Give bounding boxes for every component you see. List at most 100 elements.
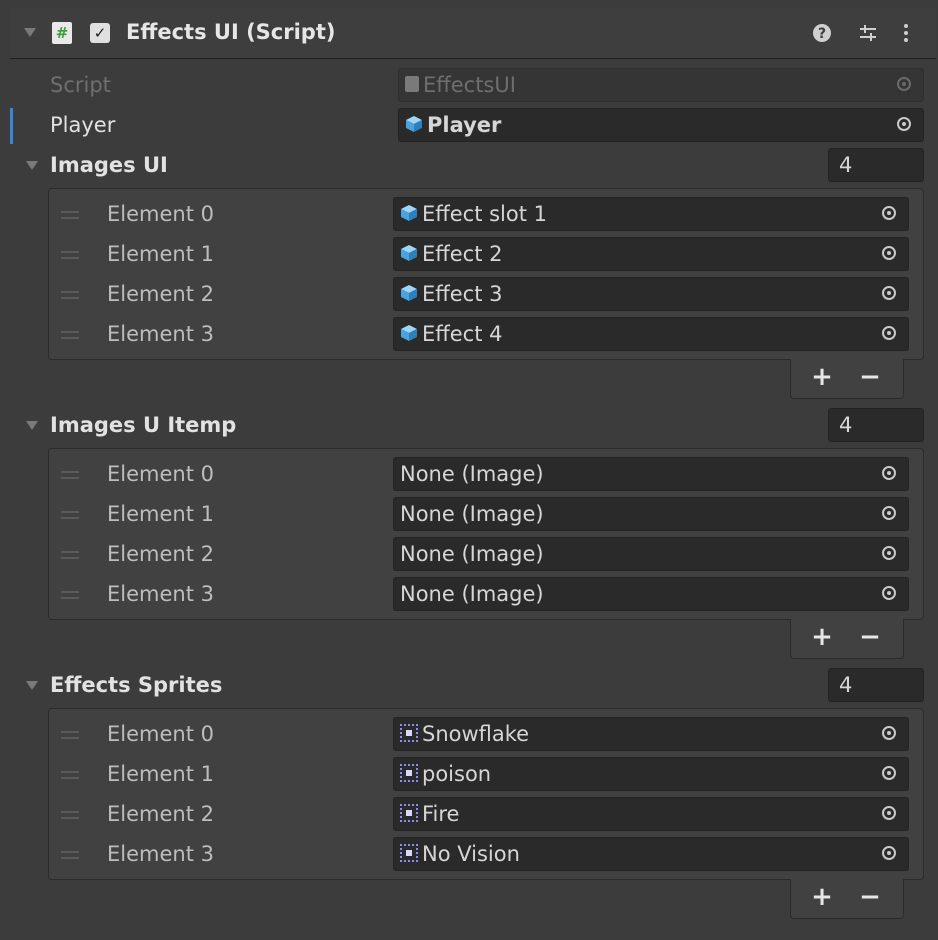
object-picker-icon[interactable] [872, 318, 908, 350]
drag-handle-icon[interactable] [61, 771, 79, 779]
remove-element-button[interactable]: − [853, 361, 887, 393]
images-u-itemp-size-field[interactable]: 4 [828, 408, 924, 442]
player-object-field[interactable]: Player [398, 108, 924, 142]
list-add-remove-footer: + − [790, 359, 904, 399]
script-row: Script EffectsUI [10, 66, 936, 104]
add-element-button[interactable]: + [805, 621, 839, 653]
list-item-object-field[interactable]: None (Image) [393, 577, 909, 611]
effects-sprites-size-field[interactable]: 4 [828, 668, 924, 702]
gameobject-cube-icon [406, 116, 422, 132]
svg-text:?: ? [818, 26, 826, 42]
list-item-object-field[interactable]: Snowflake [393, 717, 909, 751]
list-item-object-field[interactable]: None (Image) [393, 497, 909, 531]
drag-handle-icon[interactable] [61, 251, 79, 259]
more-menu-icon[interactable] [894, 21, 918, 45]
list-item-object-field[interactable]: Effect 3 [393, 277, 909, 311]
list-item-value: Snowflake [422, 722, 530, 746]
list-item-object-field[interactable]: Effect slot 1 [393, 197, 909, 231]
list-item-object-field[interactable]: No Vision [393, 837, 909, 871]
list-item-value: None (Image) [400, 542, 544, 566]
list-item-label: Element 1 [107, 762, 214, 786]
list-item-label: Element 3 [107, 582, 214, 606]
component-header[interactable]: # ✓ Effects UI (Script) ? [10, 8, 936, 59]
sprite-icon [400, 844, 418, 862]
gameobject-cube-icon [401, 285, 417, 301]
list-item-object-field[interactable]: None (Image) [393, 537, 909, 571]
list-item-label: Element 0 [107, 462, 214, 486]
list-item-value: Fire [422, 802, 460, 826]
drag-handle-icon[interactable] [61, 331, 79, 339]
list-item-object-field[interactable]: Fire [393, 797, 909, 831]
foldout-arrow-icon[interactable] [26, 421, 38, 430]
images-u-itemp-label: Images U Itemp [50, 413, 237, 437]
list-item-label: Element 0 [107, 202, 214, 226]
list-item-label: Element 0 [107, 722, 214, 746]
remove-element-button[interactable]: − [853, 621, 887, 653]
list-item-value: No Vision [422, 842, 520, 866]
list-add-remove-footer: + − [790, 619, 904, 659]
foldout-arrow-icon[interactable] [26, 681, 38, 690]
images-ui-size-field[interactable]: 4 [828, 148, 924, 182]
images-u-itemp-list: Element 0 None (Image) Element 1 None (I… [48, 448, 924, 620]
script-object-field: EffectsUI [398, 68, 924, 102]
sprite-icon [400, 804, 418, 822]
images-u-itemp-header[interactable]: Images U Itemp 4 [10, 406, 936, 444]
list-item-object-field[interactable]: Effect 4 [393, 317, 909, 351]
drag-handle-icon[interactable] [61, 211, 79, 219]
effects-sprites-label: Effects Sprites [50, 673, 223, 697]
component-title: Effects UI (Script) [126, 20, 336, 44]
script-component-icon: # [52, 22, 72, 44]
drag-handle-icon[interactable] [61, 551, 79, 559]
object-picker-icon[interactable] [872, 538, 908, 570]
add-element-button[interactable]: + [805, 881, 839, 913]
gameobject-cube-icon [401, 205, 417, 221]
list-item-value: Effect 4 [422, 322, 503, 346]
object-picker-icon[interactable] [872, 498, 908, 530]
drag-handle-icon[interactable] [61, 511, 79, 519]
player-label: Player [50, 113, 116, 137]
sprite-icon [400, 724, 418, 742]
list-item-label: Element 1 [107, 502, 214, 526]
object-picker-icon[interactable] [887, 109, 923, 141]
help-icon[interactable]: ? [810, 21, 834, 45]
object-picker-icon[interactable] [872, 798, 908, 830]
script-label: Script [50, 73, 111, 97]
object-picker-icon[interactable] [872, 718, 908, 750]
object-picker-icon[interactable] [872, 758, 908, 790]
object-picker-icon[interactable] [872, 458, 908, 490]
effects-sprites-list: Element 0 Snowflake Element 1 poison Ele… [48, 708, 924, 880]
drag-handle-icon[interactable] [61, 471, 79, 479]
list-item-label: Element 2 [107, 802, 214, 826]
player-value: Player [427, 113, 502, 137]
drag-handle-icon[interactable] [61, 731, 79, 739]
list-item-object-field[interactable]: None (Image) [393, 457, 909, 491]
remove-element-button[interactable]: − [853, 881, 887, 913]
list-item-object-field[interactable]: Effect 2 [393, 237, 909, 271]
list-item-value: None (Image) [400, 462, 544, 486]
drag-handle-icon[interactable] [61, 291, 79, 299]
player-row: Player Player [10, 106, 936, 144]
foldout-arrow-icon[interactable] [26, 161, 38, 170]
list-item-value: Effect slot 1 [422, 202, 548, 226]
drag-handle-icon[interactable] [61, 591, 79, 599]
presets-icon[interactable] [856, 21, 880, 45]
gameobject-cube-icon [401, 325, 417, 341]
component-enabled-checkbox[interactable]: ✓ [90, 23, 110, 43]
script-value: EffectsUI [423, 73, 516, 97]
images-ui-label: Images UI [50, 153, 168, 177]
drag-handle-icon[interactable] [61, 811, 79, 819]
effects-sprites-header[interactable]: Effects Sprites 4 [10, 666, 936, 704]
object-picker-icon[interactable] [872, 838, 908, 870]
list-item-label: Element 2 [107, 542, 214, 566]
object-picker-icon[interactable] [872, 238, 908, 270]
foldout-arrow-icon[interactable] [24, 28, 36, 37]
drag-handle-icon[interactable] [61, 851, 79, 859]
images-ui-header[interactable]: Images UI 4 [10, 146, 936, 184]
object-picker-icon[interactable] [872, 278, 908, 310]
list-item-object-field[interactable]: poison [393, 757, 909, 791]
add-element-button[interactable]: + [805, 361, 839, 393]
gameobject-cube-icon [401, 245, 417, 261]
object-picker-icon[interactable] [872, 578, 908, 610]
list-item-value: poison [422, 762, 492, 786]
object-picker-icon[interactable] [872, 198, 908, 230]
